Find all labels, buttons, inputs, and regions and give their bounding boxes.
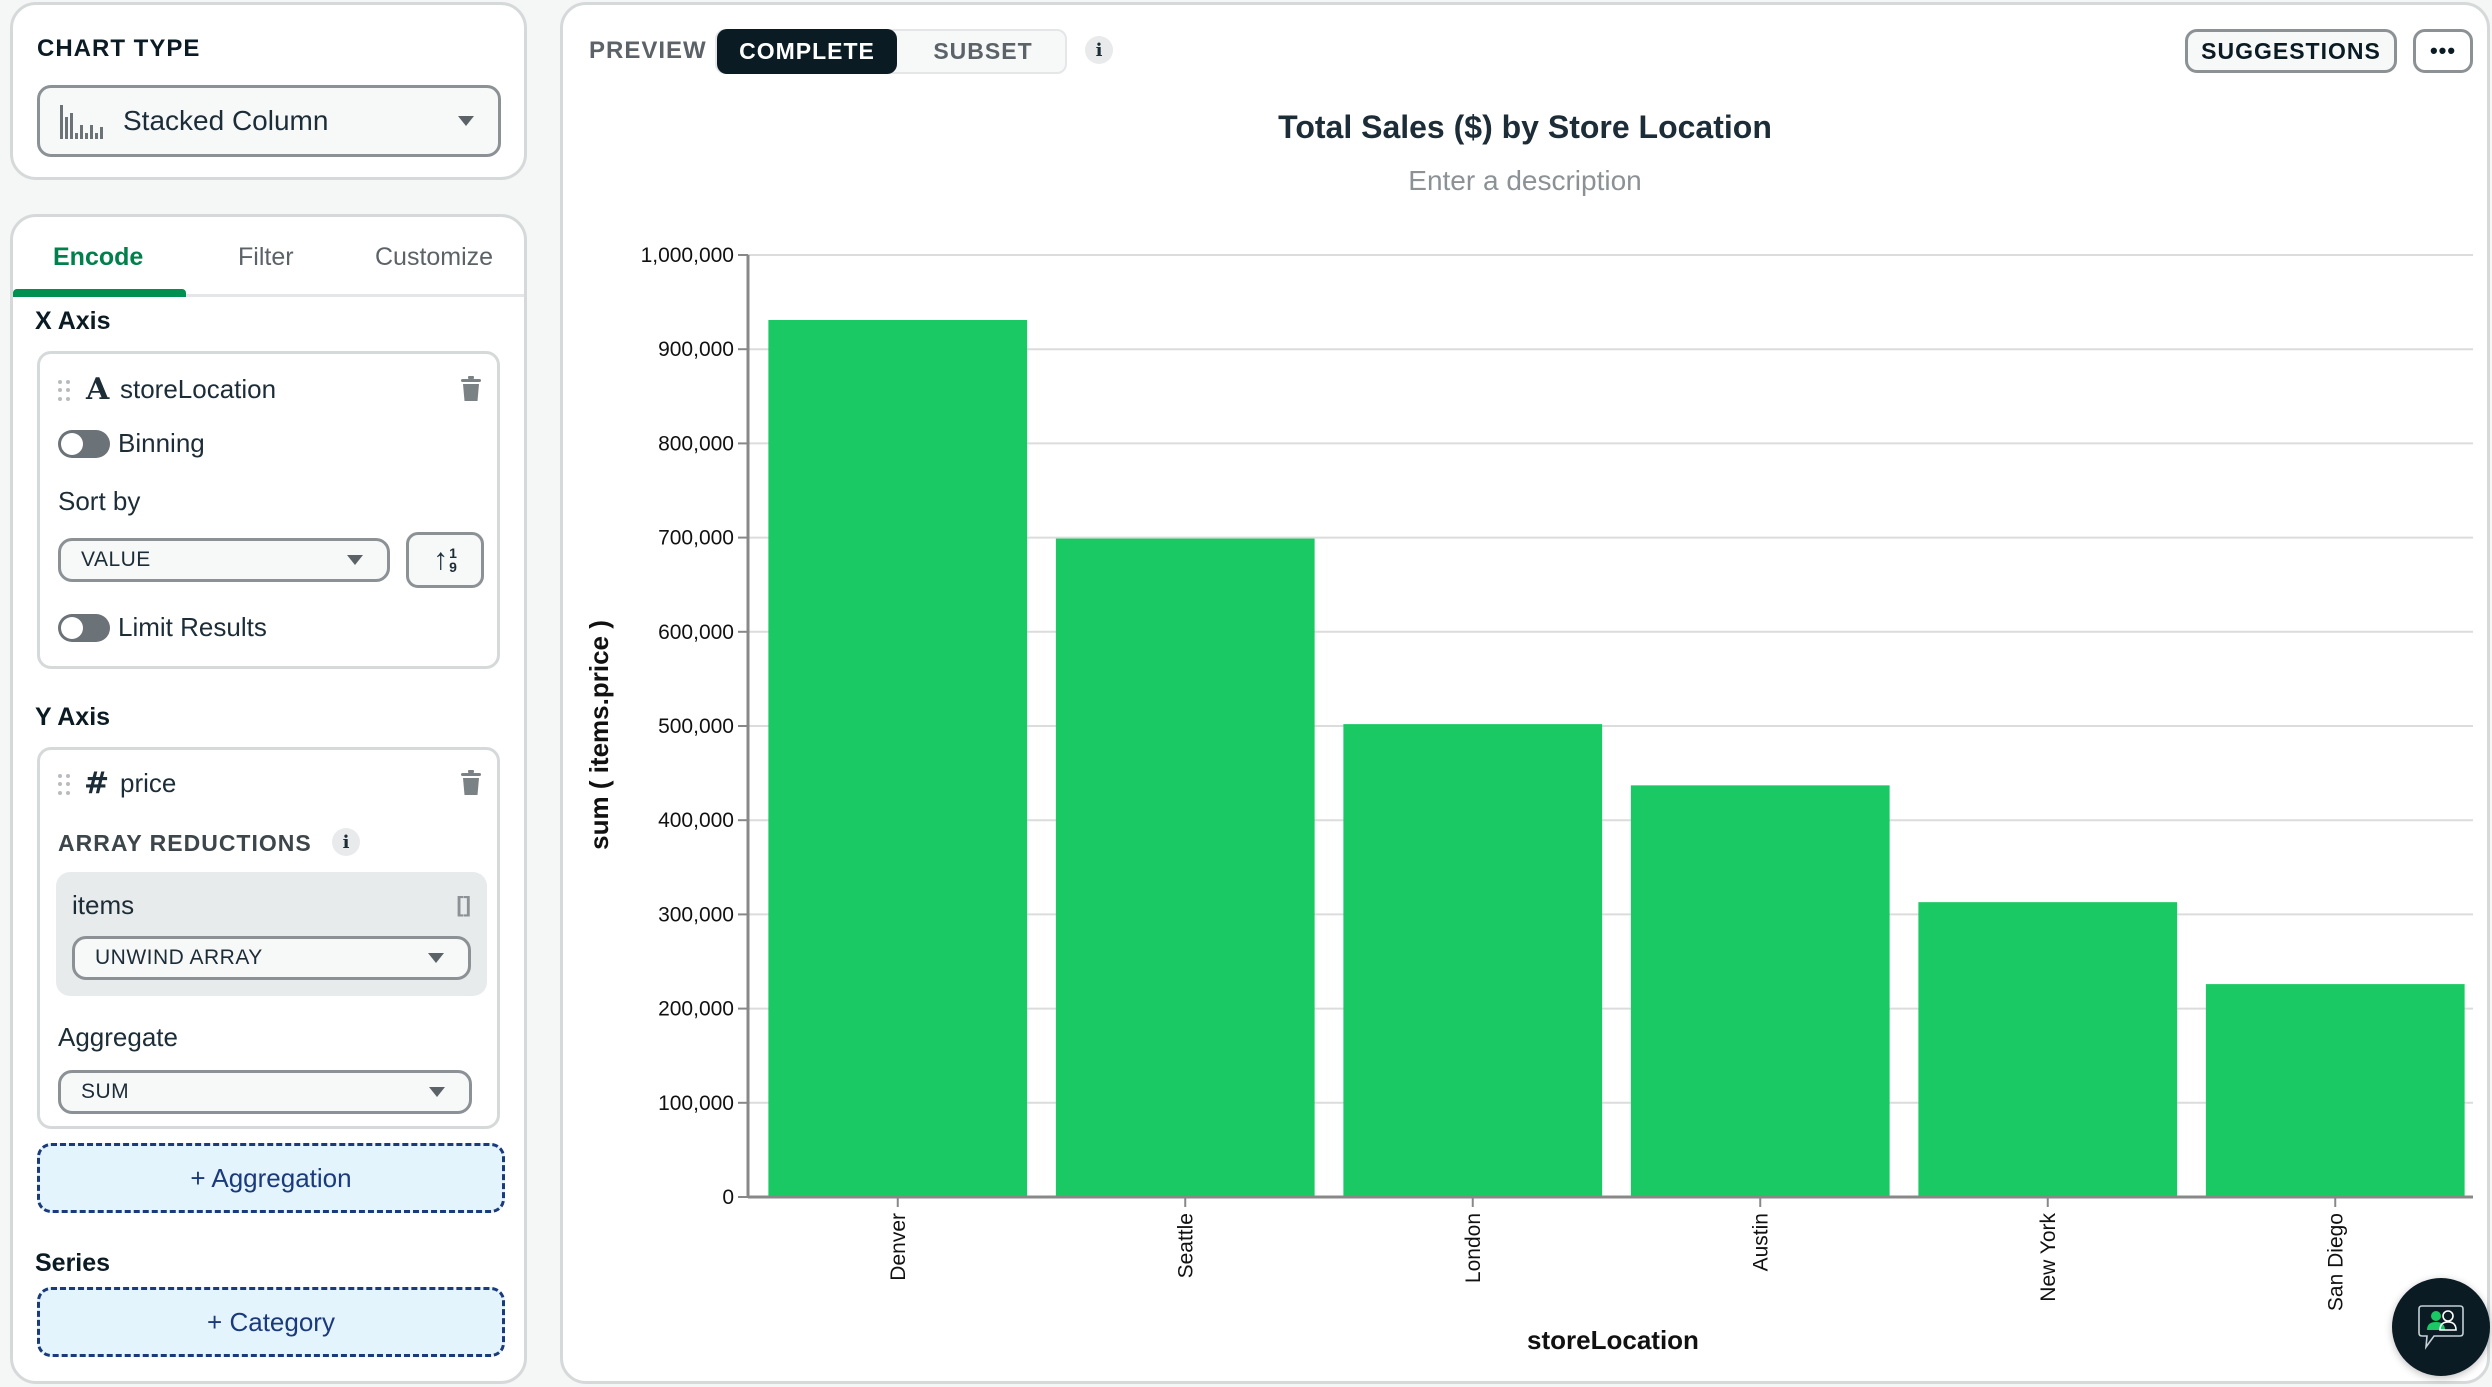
bar — [2205, 984, 2465, 1197]
encode-panel: Encode Filter Customize X Axis A storeLo… — [10, 214, 527, 1384]
bar — [768, 319, 1028, 1197]
number-type-icon: # — [84, 766, 110, 801]
chat-support-button[interactable] — [2392, 1278, 2490, 1376]
x-tick-label: Denver — [887, 1213, 910, 1281]
limit-results-toggle[interactable] — [58, 614, 110, 642]
bars — [768, 319, 2465, 1197]
tab-customize[interactable]: Customize — [375, 243, 493, 272]
binning-toggle[interactable] — [58, 430, 110, 458]
x-tick-label: Austin — [1749, 1213, 1772, 1271]
sort-glyph-top: 1 — [449, 545, 457, 561]
x-axis-field-card: A storeLocation Binning Sort by VALUE ↑ … — [37, 351, 500, 669]
bar — [1630, 785, 1890, 1197]
active-tab-indicator — [13, 289, 186, 297]
y-tick-label: 0 — [722, 1186, 734, 1209]
sort-direction-button[interactable]: ↑ 1 9 — [406, 532, 484, 588]
y-tick-label: 400,000 — [658, 809, 734, 832]
array-field-name: items — [72, 890, 135, 920]
x-tick-label: San Diego — [2324, 1213, 2347, 1311]
chevron-down-icon — [428, 953, 444, 963]
sort-by-label: Sort by — [58, 486, 141, 516]
y-tick-label: 1,000,000 — [641, 244, 734, 267]
array-reduction-value: UNWIND ARRAY — [95, 946, 263, 969]
drag-handle-icon[interactable] — [58, 774, 70, 796]
y-axis-field-card: # price ARRAY REDUCTIONS i items [] UNWI… — [37, 747, 500, 1129]
tab-encode[interactable]: Encode — [53, 243, 143, 272]
y-tick-label: 300,000 — [658, 903, 734, 926]
sort-ascending-icon: ↑ 1 9 — [433, 543, 457, 577]
array-reduction-row: items [] UNWIND ARRAY — [56, 872, 487, 996]
column-chart: 0 100,000 200,000 300,000 400,000 500,000 600,… — [584, 244, 2473, 1355]
y-axis-title: sum ( items.price ) — [584, 620, 614, 850]
y-tick-label: 800,000 — [658, 432, 734, 455]
chart-type-panel: CHART TYPE Stacked Column — [10, 2, 527, 180]
bar — [1918, 902, 2178, 1197]
info-icon[interactable]: i — [332, 828, 360, 856]
y-axis-heading: Y Axis — [35, 703, 111, 731]
tab-filter[interactable]: Filter — [238, 243, 294, 272]
chart-type-dropdown[interactable]: Stacked Column — [37, 85, 501, 157]
sort-glyph-bottom: 9 — [449, 559, 457, 575]
trash-icon[interactable] — [460, 770, 482, 796]
y-tick-label: 500,000 — [658, 715, 734, 738]
y-tick-label: 100,000 — [658, 1092, 734, 1115]
limit-results-label: Limit Results — [118, 612, 267, 642]
chevron-down-icon — [458, 116, 474, 126]
sort-by-value: VALUE — [81, 548, 151, 571]
trash-icon[interactable] — [460, 376, 482, 402]
series-heading: Series — [35, 1249, 111, 1277]
bar — [1055, 538, 1315, 1197]
sort-by-dropdown[interactable]: VALUE — [58, 538, 390, 582]
x-axis-title: storeLocation — [1527, 1325, 1699, 1355]
y-tick-label: 200,000 — [658, 998, 734, 1021]
x-axis-field-name: storeLocation — [120, 374, 277, 404]
bar — [1343, 724, 1603, 1197]
drag-handle-icon[interactable] — [58, 380, 70, 402]
chart-preview-panel: PREVIEW COMPLETE SUBSET i SUGGESTIONS ••… — [560, 2, 2490, 1384]
add-category-button[interactable]: + Category — [37, 1287, 505, 1357]
chart-type-value: Stacked Column — [123, 105, 329, 136]
x-tick-label: Seattle — [1174, 1213, 1197, 1278]
y-tick-label: 600,000 — [658, 621, 734, 644]
binning-label: Binning — [118, 428, 205, 458]
y-axis-field-name: price — [120, 768, 177, 798]
aggregate-dropdown[interactable]: SUM — [58, 1070, 472, 1114]
array-brackets-icon: [] — [456, 892, 471, 917]
aggregate-value: SUM — [81, 1080, 130, 1103]
y-tick-label: 900,000 — [658, 338, 734, 361]
panel-tabs: Encode Filter Customize — [13, 217, 524, 297]
chart-type-label: CHART TYPE — [37, 35, 201, 62]
array-reductions-label: ARRAY REDUCTIONS — [58, 830, 312, 856]
x-axis-heading: X Axis — [35, 307, 111, 335]
y-tick-label: 700,000 — [658, 527, 734, 550]
x-tick-label: London — [1462, 1213, 1485, 1283]
aggregate-label: Aggregate — [58, 1022, 178, 1052]
array-reduction-dropdown[interactable]: UNWIND ARRAY — [72, 936, 471, 980]
chevron-down-icon — [347, 555, 363, 565]
sort-arrow-glyph: ↑ — [433, 543, 449, 576]
add-aggregation-button[interactable]: + Aggregation — [37, 1143, 505, 1213]
x-tick-label: New York — [2037, 1213, 2060, 1302]
chat-people-icon — [2418, 1305, 2464, 1350]
chevron-down-icon — [429, 1087, 445, 1097]
stacked-column-chart-icon — [60, 103, 103, 139]
string-type-icon: A — [86, 372, 110, 407]
